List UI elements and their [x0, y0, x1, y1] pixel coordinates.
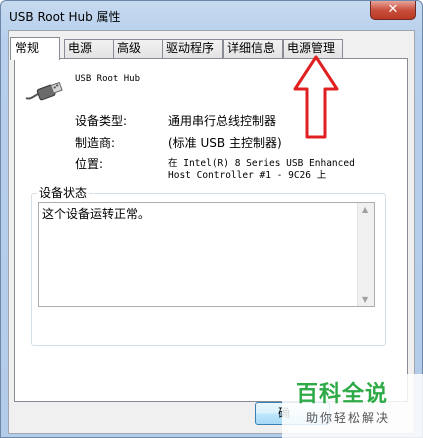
tab-advanced[interactable]: 高级	[113, 39, 163, 58]
watermark-logo: 百科全说	[296, 382, 389, 407]
scroll-up-icon[interactable]: ▲	[362, 205, 368, 214]
tab-general[interactable]: 常规	[10, 37, 60, 60]
scroll-down-icon[interactable]: ▼	[362, 295, 368, 304]
window-title: USB Root Hub 属性	[9, 10, 121, 24]
device-status-text: 这个设备运转正常。	[42, 207, 151, 221]
watermark-slogan: 助你轻松解决	[306, 411, 391, 425]
status-scrollbar[interactable]: ▲ ▼	[357, 203, 374, 306]
location-value-line2: Host Controller #1 - 9C26 上	[168, 170, 327, 181]
device-status-title: 设备状态	[37, 184, 90, 201]
manufacturer-value: (标准 USB 主控制器)	[168, 136, 282, 150]
device-name: USB Root Hub	[75, 74, 141, 84]
device-type-label: 设备类型:	[75, 114, 128, 128]
device-status-textbox[interactable]: 这个设备运转正常。 ▲ ▼	[38, 202, 375, 307]
location-label: 位置:	[75, 157, 104, 171]
close-button[interactable]: ✕	[370, 1, 416, 20]
device-type-value: 通用串行总线控制器	[168, 114, 277, 128]
manufacturer-label: 制造商:	[75, 136, 116, 150]
annotation-arrow-icon	[293, 55, 339, 139]
tab-driver[interactable]: 驱动程序	[162, 39, 223, 58]
tab-details[interactable]: 详细信息	[223, 39, 283, 58]
usb-plug-icon	[25, 81, 63, 101]
tab-power[interactable]: 电源	[64, 39, 114, 58]
